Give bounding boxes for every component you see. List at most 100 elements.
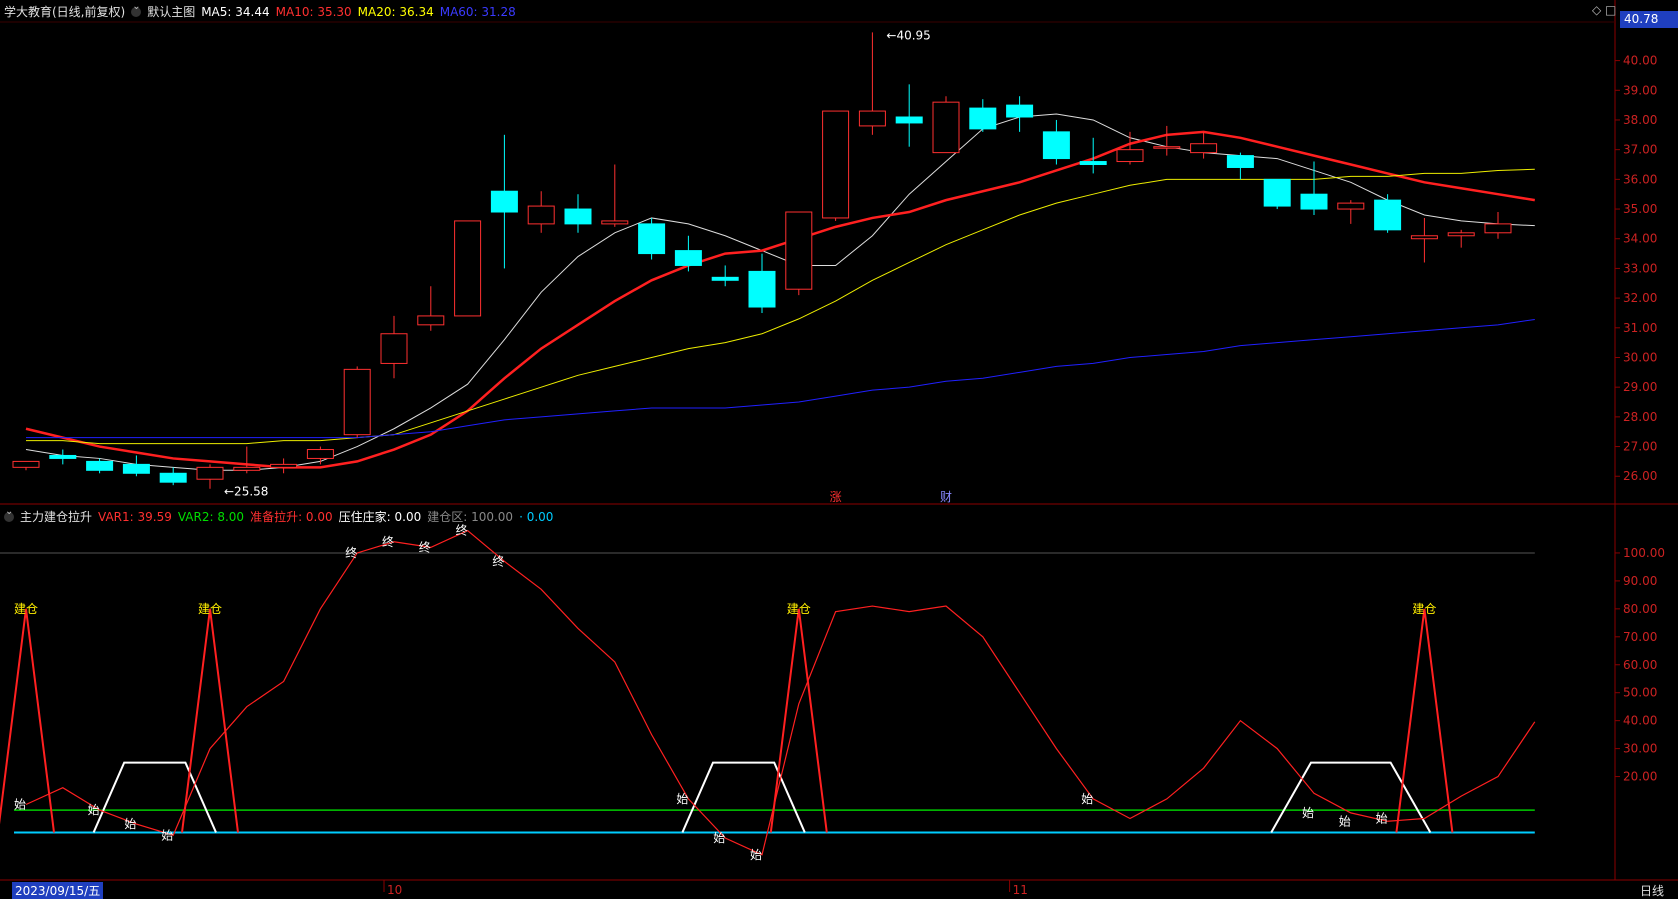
signal-label: 建仓 (14, 602, 38, 616)
ready-rise-label: 准备拉升: 0.00 (250, 510, 333, 524)
signal-label: 始 (88, 803, 100, 817)
date-label: 2023/09/15/五 (12, 882, 104, 899)
y-tick-label: 39.00 (1623, 83, 1657, 97)
candle-body (1263, 178, 1291, 207)
ind-y-tick-label: 60.00 (1623, 658, 1657, 672)
var2-pulse (1395, 608, 1454, 833)
ind-y-tick-label: 70.00 (1623, 630, 1657, 644)
candle-body (1447, 232, 1475, 237)
dropdown-circle-icon[interactable] (131, 1, 142, 17)
ma5-label: MA5: 34.44 (201, 4, 270, 19)
event-marker: 财 (940, 490, 952, 504)
zero-line-label: · 0.00 (519, 509, 554, 524)
signal-label: 始 (713, 831, 725, 845)
candle-body (490, 190, 518, 213)
var2-pulse (0, 608, 55, 833)
y-tick-label: 26.00 (1623, 469, 1657, 483)
candle-body (1300, 193, 1328, 210)
main-chart-label[interactable]: 默认主图 (147, 3, 195, 20)
y-tick-label: 35.00 (1623, 202, 1657, 216)
ma20-label: MA20: 36.34 (357, 4, 434, 19)
ind-y-tick-label: 30.00 (1623, 742, 1657, 756)
indicator-labels: 建仓 建仓 建仓 建仓始 始始始始始始始始始 始终终 终终终 (14, 523, 1436, 862)
x-axis: 10 11 (383, 880, 1028, 897)
var2-pulse (181, 608, 239, 833)
y-tick-label: 30.00 (1623, 350, 1657, 364)
candle-body (1116, 149, 1144, 163)
signal-label: 始 (161, 828, 173, 842)
price-annotation: ←25.58 (224, 485, 268, 499)
moving-averages (25, 113, 1535, 471)
candle-body (638, 223, 666, 255)
signal-label: 始 (750, 848, 762, 862)
candle-body (1042, 131, 1070, 160)
signal-label: 终 (492, 553, 504, 568)
build-zone-label: 建仓区: 100.00 (427, 510, 514, 524)
candle-body (1484, 223, 1512, 234)
y-tick-label: 38.00 (1623, 113, 1657, 127)
candle-body (12, 460, 40, 468)
candle-body (343, 368, 371, 436)
chart-canvas: 26.00 27.00 28.00 29.00 30.00 31.00 32.00 33.00… (0, 0, 1678, 897)
candle-body (196, 466, 224, 480)
candle-body (932, 101, 960, 154)
candle-body (122, 463, 150, 474)
candle-body (1226, 155, 1254, 168)
var1-label: VAR1: 39.59 (98, 509, 172, 524)
expand-icon[interactable]: □ (1605, 3, 1616, 17)
signal-label: 终 (382, 534, 394, 549)
ind-y-tick-label: 90.00 (1623, 574, 1657, 588)
signal-label: 建仓 (198, 602, 222, 616)
indicator-header: 主力建仓拉升 VAR1: 39.59 VAR2: 8.00 准备拉升: 0.00… (4, 506, 554, 525)
period-label[interactable]: 日线 (1640, 882, 1664, 899)
candle-body (564, 208, 592, 225)
candle-body (233, 466, 261, 471)
ind-y-tick-label: 80.00 (1623, 602, 1657, 616)
candle-body (1079, 161, 1107, 166)
dropdown-circle-icon[interactable] (4, 506, 14, 522)
candle-body (454, 220, 482, 317)
main-y-axis: 26.00 27.00 28.00 29.00 30.00 31.00 32.00 33.00… (1615, 54, 1657, 483)
var2-pulse (769, 608, 828, 833)
ma10-label: MA10: 35.30 (275, 4, 352, 19)
candle-body (895, 116, 923, 124)
candle-body (1190, 143, 1218, 154)
candle-body (49, 454, 77, 459)
ma5-line (25, 113, 1535, 471)
signal-label: 终 (419, 539, 431, 554)
current-price-tag: 40.78 (1620, 11, 1678, 28)
y-tick-label: 29.00 (1623, 380, 1657, 394)
price-annotation: ←40.95 (886, 28, 930, 42)
signal-label: 始 (14, 798, 26, 812)
ind-y-tick-label: 20.00 (1623, 770, 1657, 784)
ma20-line (26, 168, 1535, 445)
candle-body (1374, 199, 1402, 231)
indicator-name[interactable]: 主力建仓拉升 (20, 508, 92, 525)
signal-label: 始 (1081, 792, 1093, 806)
candle-body (527, 205, 555, 225)
var2-label: VAR2: 8.00 (177, 509, 245, 524)
ind-y-tick-label: 100.00 (1623, 546, 1665, 560)
trapezoid-line (681, 761, 806, 833)
y-tick-label: 37.00 (1623, 143, 1657, 157)
stock-name[interactable]: 学大教育(日线,前复权) (4, 3, 125, 20)
ma60-line (26, 318, 1535, 439)
diamond-icon[interactable]: ◇ (1592, 3, 1601, 17)
candle-body (822, 110, 850, 219)
y-tick-label: 27.00 (1623, 440, 1657, 454)
y-tick-label: 32.00 (1623, 291, 1657, 305)
candle-body (1410, 235, 1438, 240)
candle-body (1337, 202, 1365, 210)
signal-label: 始 (1339, 814, 1351, 828)
trapezoid-line (92, 761, 217, 833)
candlesticks[interactable] (12, 32, 1512, 489)
x-month-label: 10 (387, 883, 402, 897)
candle-body (1006, 104, 1034, 118)
candle-body (380, 333, 408, 364)
candle-body (417, 315, 445, 326)
ind-y-tick-label: 40.00 (1623, 714, 1657, 728)
main-header: 学大教育(日线,前复权) 默认主图 MA5: 34.44 MA10: 35.30… (4, 1, 516, 20)
y-tick-label: 40.00 (1623, 54, 1657, 68)
candle-body (159, 472, 187, 483)
y-tick-label: 28.00 (1623, 410, 1657, 424)
